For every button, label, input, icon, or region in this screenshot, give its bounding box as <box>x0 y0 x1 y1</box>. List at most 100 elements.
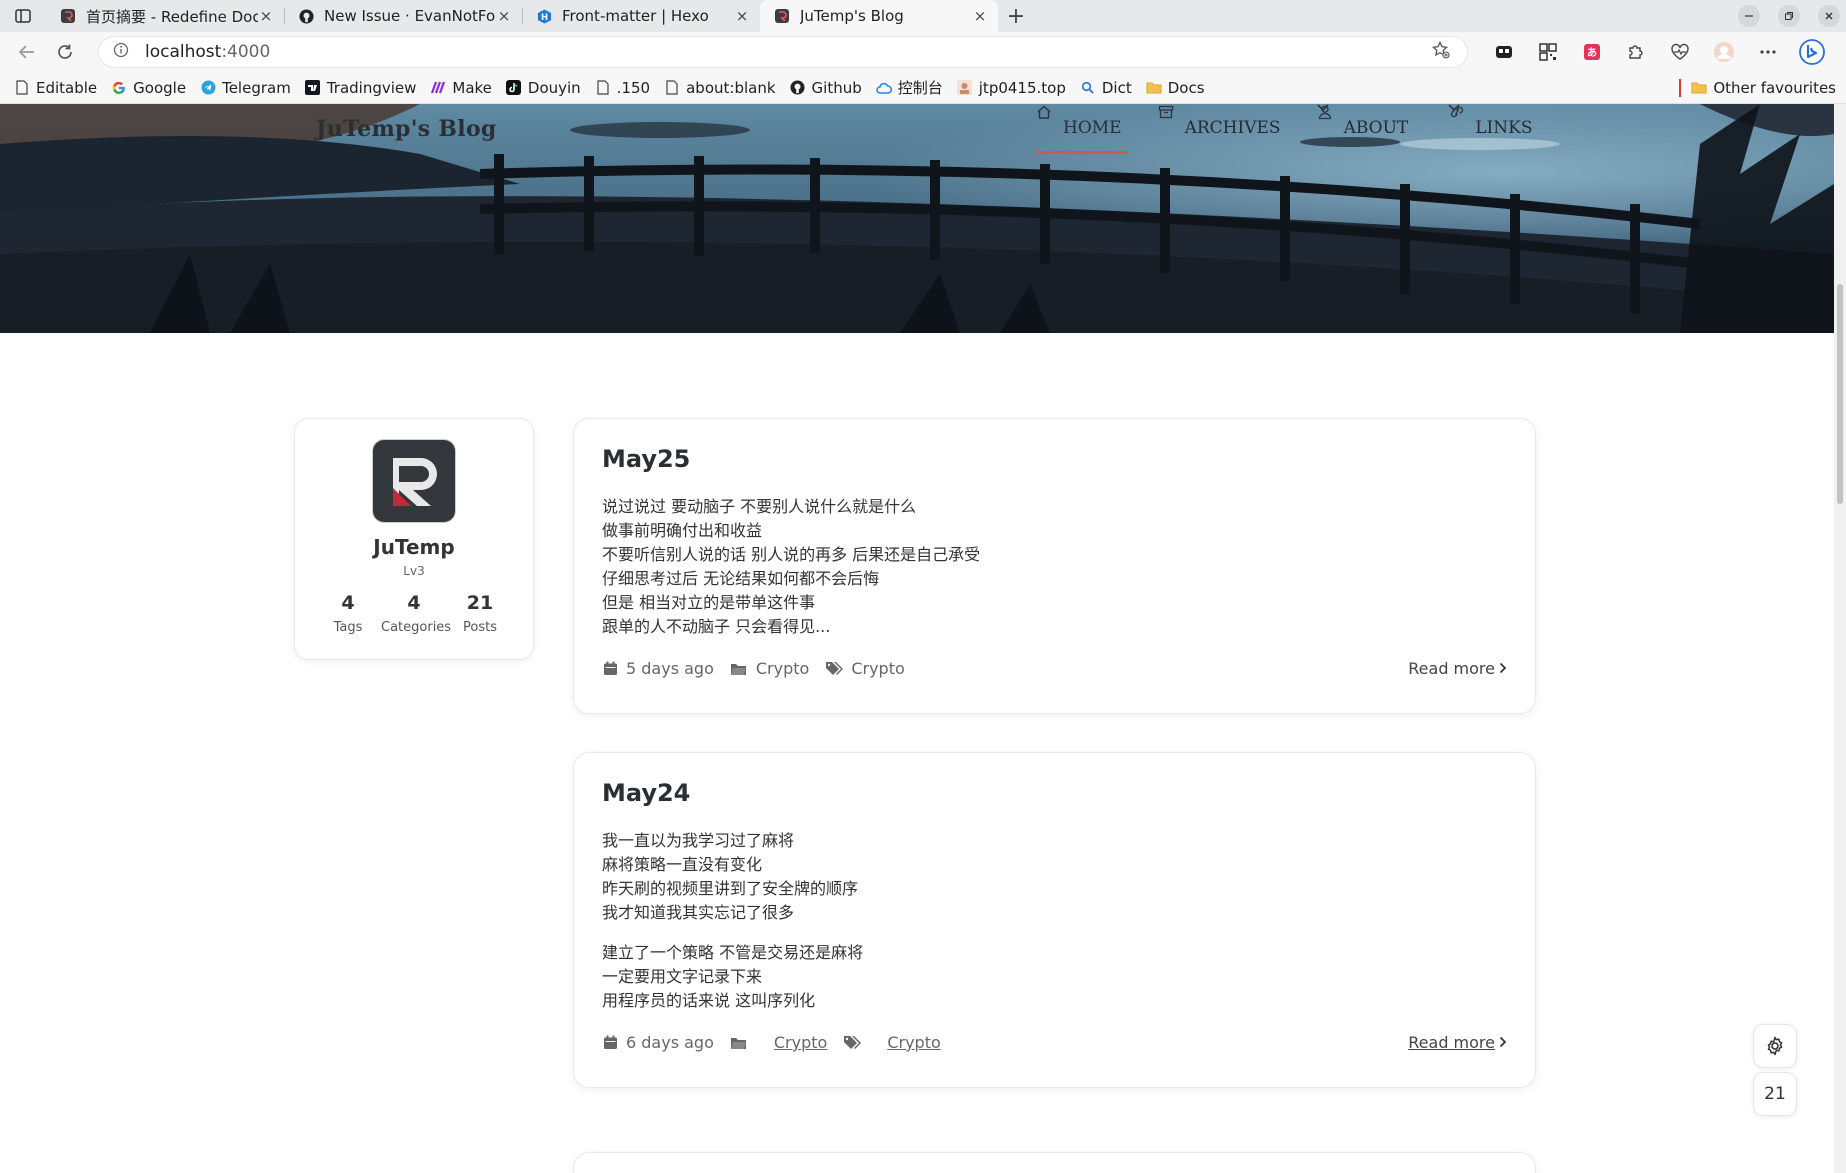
post-line: 我一直以为我学习过了麻将 <box>602 831 795 850</box>
make-icon <box>430 80 446 96</box>
address-bar[interactable]: localhost:4000 <box>98 36 1468 68</box>
extension-button[interactable] <box>1482 35 1526 69</box>
nav-about[interactable]: ABOUT <box>1316 104 1419 152</box>
bookmark-tradingview[interactable]: Tradingview <box>305 79 416 97</box>
more-menu-button[interactable] <box>1746 35 1790 69</box>
scrollbar-thumb[interactable] <box>1837 284 1843 504</box>
chevron-right-icon <box>1499 659 1507 678</box>
sidebar-icon <box>15 9 31 23</box>
extension-button[interactable] <box>1658 35 1702 69</box>
post-category[interactable]: Crypto <box>730 1033 827 1052</box>
post-card[interactable] <box>573 1152 1536 1173</box>
add-favorite-icon[interactable] <box>1429 40 1453 63</box>
bookmark-github[interactable]: Github <box>790 79 862 97</box>
bookmarks-bar: Editable Google Telegram Tradingview Mak… <box>0 72 1846 104</box>
post-category-label: Crypto <box>755 659 810 678</box>
bookmark-telegram[interactable]: Telegram <box>200 79 291 97</box>
tags-icon <box>825 661 844 677</box>
avatar-icon <box>1714 42 1734 62</box>
read-more-link[interactable]: Read more <box>1408 1033 1507 1052</box>
reload-button[interactable] <box>46 35 84 69</box>
new-tab-button[interactable]: + <box>998 0 1034 32</box>
douyin-icon <box>506 80 522 96</box>
bookmark-console[interactable]: 控制台 <box>876 77 943 98</box>
minimize-button[interactable] <box>1738 5 1760 27</box>
bookmark-dict[interactable]: Dict <box>1080 79 1132 97</box>
close-icon[interactable]: × <box>972 7 988 25</box>
stat-categories[interactable]: 4 Categories <box>381 592 452 635</box>
tab-hexo[interactable]: H Front-matter | Hexo × <box>522 0 760 32</box>
stat-label: Categories <box>381 620 452 635</box>
bookmark-label: Docs <box>1167 78 1205 97</box>
bookmark-about-blank[interactable]: about:blank <box>664 79 776 97</box>
post-tag[interactable]: Crypto <box>825 659 905 678</box>
extensions-button[interactable] <box>1614 35 1658 69</box>
settings-button[interactable] <box>1753 1024 1797 1068</box>
bookmark-docs[interactable]: Docs <box>1146 79 1205 97</box>
stat-posts[interactable]: 21 Posts <box>447 592 513 635</box>
avatar-logo-icon <box>373 440 455 522</box>
post-title[interactable]: May24 <box>602 779 1507 807</box>
bookmark-150[interactable]: .150 <box>595 79 650 97</box>
hero-banner: JuTemp's Blog HOME ARCHIVES ABOUT LINKS <box>0 104 1834 333</box>
post-line: 建立了一个策略 不管是交易还是麻将 <box>602 943 864 962</box>
post-title[interactable]: May25 <box>602 445 1507 473</box>
stat-label: Posts <box>463 620 497 635</box>
chevron-right-icon <box>1499 1033 1507 1052</box>
performance-heart-icon <box>1671 43 1689 60</box>
profile-button[interactable] <box>1702 35 1746 69</box>
post-count-button[interactable]: 21 <box>1753 1072 1797 1116</box>
bookmark-douyin[interactable]: Douyin <box>506 79 581 97</box>
avatar[interactable] <box>372 439 456 523</box>
back-button[interactable] <box>8 35 46 69</box>
post-card[interactable]: May25 说过说过 要动脑子 不要别人说什么就是什么 做事前明确付出和收益 不… <box>573 418 1536 714</box>
blog-title[interactable]: JuTemp's Blog <box>316 116 497 142</box>
bookmark-label: Google <box>133 78 187 97</box>
extension-button[interactable] <box>1526 35 1570 69</box>
post-excerpt: 我一直以为我学习过了麻将 麻将策略一直没有变化 昨天刷的视频里讲到了安全牌的顺序… <box>602 829 1507 1013</box>
post-card[interactable]: May24 我一直以为我学习过了麻将 麻将策略一直没有变化 昨天刷的视频里讲到了… <box>573 752 1536 1088</box>
hexo-favicon: H <box>536 8 552 24</box>
tab-title: JuTemp's Blog <box>800 7 904 25</box>
tab-actions-button[interactable] <box>0 0 46 32</box>
stat-number: 21 <box>466 592 494 614</box>
nav-archives[interactable]: ARCHIVES <box>1158 104 1287 152</box>
page-icon <box>14 80 30 96</box>
bookmark-label: Editable <box>36 78 98 97</box>
close-icon[interactable]: × <box>734 7 750 25</box>
url-text[interactable]: localhost:4000 <box>145 42 1429 62</box>
folder-icon <box>1146 80 1162 96</box>
read-more-link[interactable]: Read more <box>1408 659 1507 678</box>
post-line: 但是 相当对立的是带单这件事 <box>602 593 816 612</box>
stat-tags[interactable]: 4 Tags <box>315 592 381 635</box>
reload-icon <box>58 44 72 59</box>
nav-links[interactable]: LINKS <box>1448 104 1542 152</box>
bookmark-editable[interactable]: Editable <box>14 79 97 97</box>
post-category[interactable]: Crypto <box>730 659 809 678</box>
window-close-button[interactable] <box>1818 5 1840 27</box>
post-tag[interactable]: Crypto <box>843 1033 941 1052</box>
page-scrollbar[interactable] <box>1834 104 1846 1173</box>
redefine-favicon <box>60 8 76 24</box>
post-line: 用程序员的话来说 这叫序列化 <box>602 991 816 1010</box>
copilot-button[interactable] <box>1790 35 1834 69</box>
tab-manager-icon <box>1496 46 1512 58</box>
post-date-text: 5 days ago <box>626 659 714 678</box>
profile-stats: 4 Tags 4 Categories 21 Posts <box>295 592 533 635</box>
tab-jutemp-blog[interactable]: JuTemp's Blog × <box>760 0 998 32</box>
other-favourites[interactable]: Other favourites <box>1679 72 1836 103</box>
post-excerpt: 说过说过 要动脑子 不要别人说什么就是什么 做事前明确付出和收益 不要听信别人说… <box>602 495 1507 639</box>
nav-archives-label: ARCHIVES <box>1184 118 1281 138</box>
tab-bar: 首页摘要 - Redefine Docs × New Issue · EvanN… <box>0 0 1846 32</box>
bookmark-make[interactable]: Make <box>430 79 492 97</box>
bookmark-google[interactable]: Google <box>111 79 186 97</box>
restore-button[interactable] <box>1778 5 1800 27</box>
nav-home[interactable]: HOME <box>1036 104 1128 154</box>
close-icon[interactable]: × <box>258 7 274 25</box>
tab-new-issue[interactable]: New Issue · EvanNotFound × <box>284 0 522 32</box>
bookmark-jtp0415[interactable]: jtp0415.top <box>957 79 1066 97</box>
tab-redefine-docs[interactable]: 首页摘要 - Redefine Docs × <box>46 0 284 32</box>
close-icon[interactable]: × <box>496 7 512 25</box>
info-icon[interactable] <box>113 42 133 62</box>
extension-button[interactable]: あ <box>1570 35 1614 69</box>
